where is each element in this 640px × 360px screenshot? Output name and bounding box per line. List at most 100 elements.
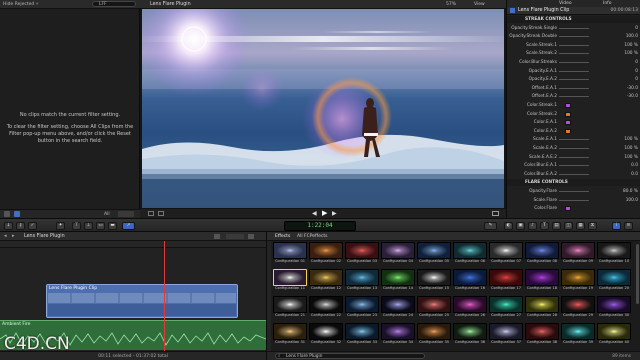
parameter-value[interactable]: 100.0: [626, 33, 638, 40]
viewer-view-menu[interactable]: View: [474, 2, 485, 7]
settings-icon[interactable]: [4, 211, 10, 217]
fullscreen-icon[interactable]: [492, 211, 499, 216]
parameter-slider[interactable]: [559, 79, 589, 81]
effects-search-field[interactable]: ⌕ Lens Flare Plugin: [275, 353, 425, 359]
parameter-slider[interactable]: [559, 191, 589, 192]
parameter-slider[interactable]: [559, 87, 589, 89]
effect-tile[interactable]: Configuration 23: [345, 296, 379, 318]
library-icon[interactable]: ≡: [624, 222, 633, 230]
transitions-icon[interactable]: ⧖: [588, 222, 597, 230]
browser-search-field[interactable]: LFF: [92, 1, 136, 7]
chevron-down-icon[interactable]: ▾: [36, 2, 38, 7]
effect-tile[interactable]: Configuration 21: [273, 296, 307, 318]
parameter-row[interactable]: Color.Blur.Streaks 0: [507, 59, 640, 66]
parameter-slider[interactable]: [559, 27, 589, 29]
parameter-value[interactable]: 100 %: [624, 154, 638, 161]
music-icon[interactable]: ♪: [528, 222, 537, 230]
parameter-row[interactable]: Offset.E.A.1 -30.0: [507, 85, 640, 92]
effect-tile[interactable]: Configuration 35: [417, 323, 451, 345]
inspector-toggle-icon[interactable]: i: [612, 222, 621, 230]
parameter-row[interactable]: Color.Blur.E.A.1 0.0: [507, 162, 640, 169]
video-frame[interactable]: [142, 9, 504, 208]
effect-tile[interactable]: Configuration 18: [525, 269, 559, 291]
append-clip-icon[interactable]: ▭: [96, 222, 105, 230]
color-swatch[interactable]: [565, 128, 571, 134]
section-header[interactable]: STREAK CONTROLS: [507, 16, 640, 23]
parameter-slider[interactable]: [559, 53, 589, 55]
effect-tile[interactable]: Configuration 33: [345, 323, 379, 345]
zoom-slider[interactable]: [118, 211, 134, 217]
effect-tile[interactable]: Configuration 04: [381, 242, 415, 264]
timeline-zoom-slider[interactable]: [226, 234, 244, 239]
timeline-ruler[interactable]: [0, 241, 266, 248]
viewer-zoom-menu[interactable]: 57%: [446, 2, 456, 7]
magic-wand-icon[interactable]: ✦: [56, 222, 65, 230]
parameter-slider[interactable]: [559, 62, 589, 63]
parameter-slider[interactable]: [559, 156, 589, 158]
effect-tile[interactable]: Configuration 38: [525, 323, 559, 345]
insert-clip-icon[interactable]: ⊥: [84, 222, 93, 230]
effect-tile[interactable]: Configuration 08: [525, 242, 559, 264]
effect-tile[interactable]: Configuration 10: [597, 242, 631, 264]
back-arrow-icon[interactable]: ◂: [4, 233, 7, 239]
filter-popup[interactable]: Hide Rejected: [3, 2, 34, 7]
effect-tile[interactable]: Configuration 12: [309, 269, 343, 291]
effect-tile[interactable]: Configuration 11: [273, 269, 307, 291]
parameter-slider[interactable]: [559, 165, 589, 167]
effect-tile[interactable]: Configuration 36: [453, 323, 487, 345]
parameter-row[interactable]: Opacity.E.A.2 0: [507, 76, 640, 83]
effect-tile[interactable]: Configuration 40: [597, 323, 631, 345]
effect-tile[interactable]: Configuration 14: [381, 269, 415, 291]
snapping-icon[interactable]: [248, 234, 254, 239]
parameter-value[interactable]: -30.0: [627, 85, 638, 92]
parameter-value[interactable]: 100 %: [624, 145, 638, 152]
parameter-slider[interactable]: [559, 44, 589, 46]
parameter-value[interactable]: 0: [635, 68, 638, 75]
parameter-value[interactable]: 0.0: [631, 162, 638, 169]
parameter-value[interactable]: 100 %: [624, 42, 638, 49]
parameter-value[interactable]: 0: [635, 25, 638, 32]
dashboard-timecode[interactable]: 1:22:04: [284, 221, 356, 231]
effect-tile[interactable]: Configuration 34: [381, 323, 415, 345]
effect-tile[interactable]: Configuration 28: [525, 296, 559, 318]
effect-tile[interactable]: Configuration 31: [273, 323, 307, 345]
themes-icon[interactable]: ◫: [564, 222, 573, 230]
parameter-slider[interactable]: [559, 36, 589, 38]
parameter-slider[interactable]: [559, 173, 589, 175]
parameter-row[interactable]: Opacity.Streak.Single 0: [507, 25, 640, 32]
enhancements-icon[interactable]: ✎: [484, 222, 497, 230]
parameter-row[interactable]: Scale.Flare 100.0: [507, 197, 640, 204]
clip-appearance-icon[interactable]: [214, 234, 220, 239]
effect-tile[interactable]: Configuration 25: [417, 296, 451, 318]
play-icon[interactable]: ▶: [322, 209, 327, 217]
tab-video[interactable]: Video: [559, 1, 572, 6]
parameter-row[interactable]: Scale.E.A.E.2 100 %: [507, 154, 640, 161]
parameter-value[interactable]: 80.0 %: [623, 188, 638, 195]
transform-icon[interactable]: [158, 211, 164, 216]
effect-tile[interactable]: Configuration 20: [597, 269, 631, 291]
text-icon[interactable]: T: [540, 222, 549, 230]
effect-tile[interactable]: Configuration 05: [417, 242, 451, 264]
effect-tile[interactable]: Configuration 09: [561, 242, 595, 264]
overwrite-icon[interactable]: ▬: [108, 222, 117, 230]
parameter-value[interactable]: 0: [635, 59, 638, 66]
parameter-row[interactable]: Color.Blur.E.A.2 0.0: [507, 171, 640, 178]
generators-icon[interactable]: ▤: [552, 222, 561, 230]
effect-tile[interactable]: Configuration 37: [489, 323, 523, 345]
effects-category-list[interactable]: [267, 241, 271, 351]
parameter-slider[interactable]: [559, 199, 589, 201]
next-frame-icon[interactable]: ▶: [332, 210, 337, 217]
effect-tile[interactable]: Configuration 07: [489, 242, 523, 264]
forward-arrow-icon[interactable]: ▸: [12, 233, 15, 239]
parameter-row[interactable]: Opacity.Streak.Double 100.0: [507, 33, 640, 40]
effect-tile[interactable]: Configuration 27: [489, 296, 523, 318]
video-clip[interactable]: Lens Flare Plugin Clip: [46, 284, 238, 318]
parameter-row[interactable]: Color.Streak.2: [507, 111, 640, 118]
parameter-row[interactable]: Color.E.A.1: [507, 119, 640, 126]
parameter-row[interactable]: Scale.E.A.2 100 %: [507, 145, 640, 152]
color-board-icon[interactable]: ◐: [504, 222, 513, 230]
color-swatch[interactable]: [565, 120, 571, 126]
effects-category[interactable]: All FCPeffects: [297, 234, 328, 239]
effect-tile[interactable]: Configuration 01: [273, 242, 307, 264]
effect-tile[interactable]: Configuration 03: [345, 242, 379, 264]
